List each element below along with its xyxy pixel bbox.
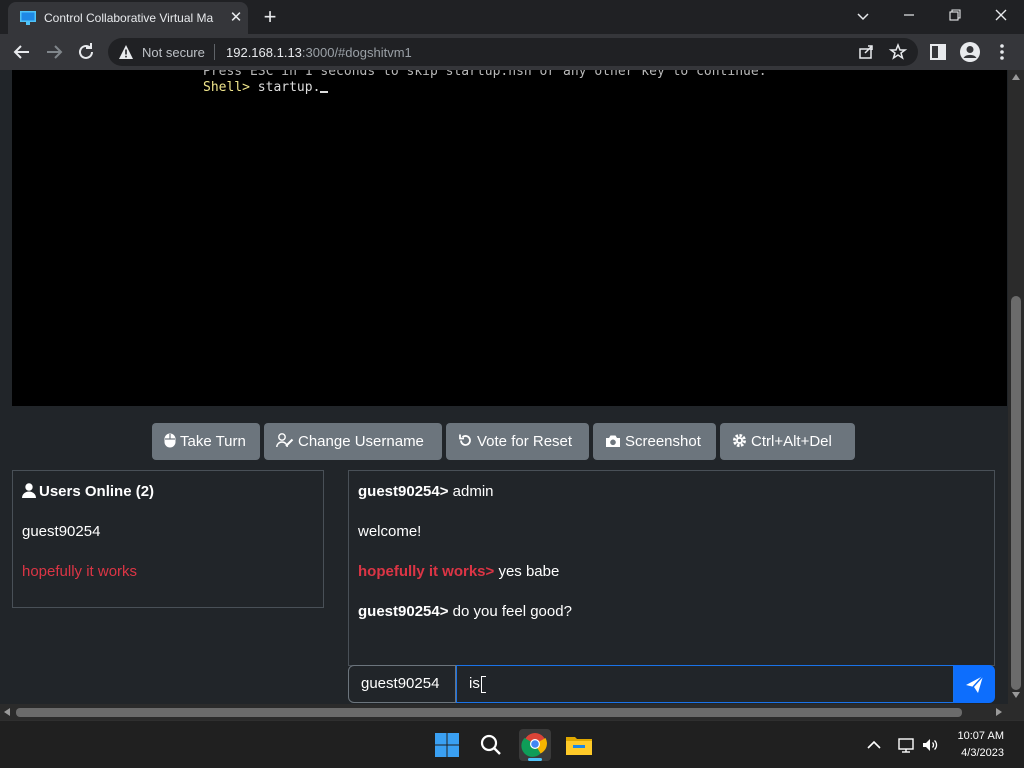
- chat-input-value: is: [469, 675, 480, 692]
- ctrl-alt-del-button[interactable]: Ctrl+Alt+Del: [720, 423, 855, 460]
- screenshot-button[interactable]: Screenshot: [593, 423, 716, 460]
- star-icon[interactable]: [886, 40, 910, 64]
- chat-panel: guest90254> admin welcome! hopefully it …: [348, 470, 995, 666]
- vertical-scroll-thumb[interactable]: [1011, 296, 1021, 690]
- volume-icon[interactable]: [921, 736, 939, 754]
- scroll-right-icon[interactable]: [996, 708, 1002, 716]
- tab-strip: Control Collaborative Virtual Ma ✕ +: [0, 0, 1024, 34]
- ctrl-alt-del-label: Ctrl+Alt+Del: [751, 433, 832, 450]
- reload-icon[interactable]: [74, 40, 98, 64]
- browser-tab[interactable]: Control Collaborative Virtual Ma ✕: [8, 2, 248, 34]
- side-panel-icon[interactable]: [926, 40, 950, 64]
- scrollbar-corner: [1008, 704, 1024, 720]
- chevron-up-icon[interactable]: [865, 736, 883, 754]
- menu-icon[interactable]: [990, 40, 1014, 64]
- users-online-panel: Users Online (2) guest90254 hopefully it…: [12, 470, 324, 608]
- gear-icon: [733, 434, 746, 447]
- browser-toolbar: Not secure 192.168.1.13:3000/#dogshitvm1: [0, 34, 1024, 70]
- change-username-label: Change Username: [298, 433, 424, 450]
- minimize-icon[interactable]: [895, 4, 923, 28]
- profile-icon[interactable]: [958, 40, 982, 64]
- windows-start-icon[interactable]: [431, 729, 463, 761]
- monitor-icon: [20, 11, 36, 25]
- chat-username: guest90254>: [358, 483, 449, 500]
- network-icon[interactable]: [897, 736, 915, 754]
- scroll-up-icon[interactable]: [1012, 74, 1020, 80]
- vm-shell-prompt: Shell>: [203, 80, 250, 95]
- url-host: 192.168.1.13: [226, 45, 302, 60]
- chrome-taskbar-icon[interactable]: [519, 729, 551, 761]
- clock-date[interactable]: 4/3/2023: [961, 747, 1004, 759]
- camera-icon: [606, 435, 620, 447]
- not-secure-label[interactable]: Not secure: [142, 45, 205, 60]
- tab-search-icon[interactable]: [849, 4, 877, 28]
- paper-plane-icon: [966, 675, 984, 693]
- file-explorer-icon[interactable]: [563, 729, 595, 761]
- chat-text: do you feel good?: [448, 603, 572, 620]
- text-cursor: [481, 676, 486, 693]
- rotate-icon: [459, 434, 471, 446]
- chat-input[interactable]: is: [456, 665, 954, 703]
- horizontal-scrollbar[interactable]: [0, 704, 1008, 720]
- new-tab-icon[interactable]: +: [258, 5, 282, 29]
- user-icon: [22, 483, 36, 498]
- change-username-button[interactable]: Change Username: [264, 423, 442, 460]
- take-turn-label: Take Turn: [180, 433, 246, 450]
- users-online-title: Users Online (2): [22, 483, 154, 500]
- screenshot-label: Screenshot: [625, 433, 701, 450]
- warning-icon[interactable]: [118, 44, 134, 60]
- horizontal-scroll-thumb[interactable]: [16, 708, 962, 717]
- chat-message: welcome!: [358, 523, 421, 540]
- vertical-scrollbar[interactable]: [1008, 70, 1024, 704]
- forward-icon[interactable]: [42, 40, 66, 64]
- chat-username: guest90254>: [358, 603, 449, 620]
- user-list-item[interactable]: guest90254: [22, 523, 100, 540]
- page-content: Press ESC in 1 seconds to skip startup.n…: [0, 70, 1008, 704]
- back-icon[interactable]: [10, 40, 34, 64]
- take-turn-button[interactable]: Take Turn: [152, 423, 260, 460]
- close-tab-icon[interactable]: ✕: [228, 10, 244, 26]
- vm-boot-message: Press ESC in 1 seconds to skip startup.n…: [203, 70, 767, 79]
- chat-username-label: guest90254: [348, 665, 456, 703]
- search-icon[interactable]: [475, 729, 507, 761]
- chat-message: guest90254> do you feel good?: [358, 603, 572, 620]
- scroll-down-icon[interactable]: [1012, 692, 1020, 698]
- vm-display[interactable]: Press ESC in 1 seconds to skip startup.n…: [12, 70, 1007, 406]
- address-bar[interactable]: Not secure 192.168.1.13:3000/#dogshitvm1: [108, 38, 918, 66]
- vote-reset-button[interactable]: Vote for Reset: [446, 423, 589, 460]
- url-divider: [214, 44, 215, 60]
- vm-shell-line: Shell> startup.: [203, 80, 329, 95]
- mouse-icon: [164, 433, 176, 448]
- vm-cursor: [320, 91, 329, 93]
- user-edit-icon: [276, 433, 294, 448]
- url-path: :3000/#dogshitvm1: [301, 45, 412, 60]
- vote-reset-label: Vote for Reset: [477, 433, 573, 450]
- clock-time[interactable]: 10:07 AM: [958, 730, 1004, 742]
- taskbar: 10:07 AM 4/3/2023: [0, 720, 1024, 768]
- close-window-icon[interactable]: [987, 4, 1015, 28]
- chat-text: admin: [448, 483, 494, 500]
- users-online-label: Users Online (2): [39, 483, 155, 500]
- tab-title: Control Collaborative Virtual Ma: [44, 11, 214, 25]
- chat-message: guest90254> admin: [358, 483, 494, 500]
- chat-message: hopefully it works> yes babe: [358, 563, 559, 580]
- send-button[interactable]: [954, 665, 995, 703]
- chat-text: yes babe: [494, 563, 560, 580]
- chat-text: welcome!: [358, 523, 422, 540]
- user-list-item[interactable]: hopefully it works: [22, 563, 137, 580]
- chat-username: hopefully it works>: [358, 563, 495, 580]
- vm-shell-command: startup.: [257, 80, 321, 95]
- share-icon[interactable]: [854, 40, 878, 64]
- url-text[interactable]: 192.168.1.13:3000/#dogshitvm1: [226, 45, 412, 60]
- scroll-left-icon[interactable]: [4, 708, 10, 716]
- restore-icon[interactable]: [941, 4, 969, 28]
